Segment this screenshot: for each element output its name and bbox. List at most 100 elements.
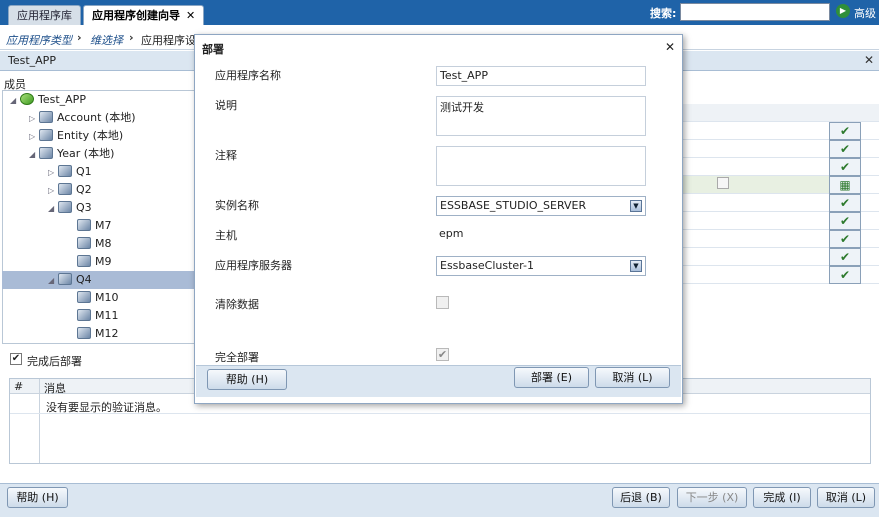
collapse-icon[interactable]: ◢ (48, 200, 58, 218)
complete-after-deploy-checkbox[interactable]: ✔ (10, 353, 22, 365)
app-name-field[interactable]: Test_APP (436, 66, 646, 86)
finish-button[interactable]: 完成 (I) (753, 487, 811, 508)
dialog-help-button[interactable]: 帮助 (H) (207, 369, 287, 390)
expand-icon[interactable]: ▷ (29, 110, 39, 128)
dialog-cancel-button[interactable]: 取消 (L) (595, 367, 670, 388)
tab-app-library[interactable]: 应用程序库 (8, 5, 81, 25)
tree-node[interactable]: ▷ Account (本地) (10, 109, 136, 127)
tab-app-wizard[interactable]: 应用程序创建向导 ✕ (83, 5, 205, 25)
wizard-footer (0, 483, 879, 517)
breadcrumb-app-type[interactable]: 应用程序类型 (6, 32, 72, 48)
tree-node[interactable]: M11 (10, 307, 136, 325)
tree-node[interactable]: M7 (10, 217, 136, 235)
search-input[interactable] (680, 3, 830, 21)
back-button[interactable]: 后退 (B) (612, 487, 670, 508)
deploy-button[interactable]: 部署 (E) (514, 367, 589, 388)
clear-data-label: 清除数据 (215, 298, 259, 311)
tree-node-label: Q4 (76, 273, 92, 286)
member-icon (58, 273, 72, 285)
dialog-close-icon[interactable]: ✕ (665, 40, 675, 54)
full-deploy-checkbox[interactable]: ✔ (436, 348, 449, 361)
tree-node[interactable]: M8 (10, 235, 136, 253)
tree-node[interactable]: ▷ Q2 (10, 181, 136, 199)
search-go-icon[interactable]: ▶ (836, 4, 850, 18)
check-icon[interactable]: ✔ (829, 248, 861, 266)
member-tree-items: ◢ Test_APP ▷ Account (本地) ▷ Entity (本地) ◢ Year … (10, 91, 136, 343)
chevron-down-icon[interactable]: ▼ (630, 260, 642, 272)
expand-icon[interactable]: ▷ (48, 182, 58, 200)
search-label: 搜索: (650, 7, 677, 20)
column-header-message: 消息 (44, 382, 66, 395)
account-dimension-icon (39, 111, 53, 123)
member-icon (77, 327, 91, 339)
check-icon[interactable]: ✔ (829, 266, 861, 284)
description-field[interactable]: 测试开发 (436, 96, 646, 136)
comment-field[interactable] (436, 146, 646, 186)
tree-node[interactable]: ▷ Q1 (10, 163, 136, 181)
full-deploy-label: 完全部署 (215, 351, 259, 364)
tree-node[interactable]: ◢ Q3 (10, 199, 136, 217)
check-icon[interactable]: ✔ (829, 140, 861, 158)
expand-icon[interactable]: ▷ (48, 164, 58, 182)
tree-node[interactable]: M10 (10, 289, 136, 307)
help-button[interactable]: 帮助 (H) (7, 487, 68, 508)
tree-node-label: M10 (95, 291, 119, 304)
member-icon (77, 237, 91, 249)
next-button[interactable]: 下一步 (X) (677, 487, 747, 508)
app-server-value: EssbaseCluster-1 (440, 259, 534, 272)
breadcrumb-separator-icon: › (77, 31, 82, 44)
advanced-search-link[interactable]: 高级 (854, 5, 876, 21)
panel-title: Test_APP (8, 54, 56, 67)
collapse-icon[interactable]: ◢ (10, 92, 20, 110)
collapse-icon[interactable]: ◢ (29, 146, 39, 164)
check-icon[interactable]: ▦ (829, 176, 861, 194)
check-icon[interactable]: ✔ (829, 230, 861, 248)
tree-node[interactable]: ◢ Year (本地) (10, 145, 136, 163)
app-icon (20, 93, 34, 105)
app-server-label: 应用程序服务器 (215, 259, 292, 272)
panel-close-icon[interactable]: ✕ (864, 53, 874, 67)
tree-node-label: Test_APP (38, 93, 86, 106)
tree-node[interactable]: ▷ Entity (本地) (10, 127, 136, 145)
member-icon (58, 165, 72, 177)
instance-name-select[interactable]: ESSBASE_STUDIO_SERVER ▼ (436, 196, 646, 216)
tree-node[interactable]: ◢ Test_APP (10, 91, 136, 109)
tree-node-label: Q2 (76, 183, 92, 196)
tree-node-label: Year (本地) (57, 147, 115, 160)
clear-data-checkbox[interactable] (436, 296, 449, 309)
check-icon[interactable]: ✔ (829, 158, 861, 176)
check-icon[interactable]: ✔ (829, 194, 861, 212)
expand-icon[interactable]: ▷ (29, 128, 39, 146)
message-text: 没有要显示的验证消息。 (46, 401, 167, 414)
tree-node-label: Account (本地) (57, 111, 136, 124)
year-dimension-icon (39, 147, 53, 159)
description-label: 说明 (215, 99, 237, 112)
app-server-select[interactable]: EssbaseCluster-1 ▼ (436, 256, 646, 276)
tree-node-label: M7 (95, 219, 112, 232)
breadcrumb-app-settings: 应用程序设 (141, 34, 196, 47)
tree-node-label: M12 (95, 327, 119, 340)
host-value: epm (439, 227, 464, 240)
check-icon[interactable]: ✔ (829, 122, 861, 140)
check-icon[interactable]: ✔ (829, 212, 861, 230)
grid-header (682, 104, 879, 122)
member-icon (77, 219, 91, 231)
entity-dimension-icon (39, 129, 53, 141)
host-label: 主机 (215, 229, 237, 242)
tree-node[interactable]: M12 (10, 325, 136, 343)
member-icon (77, 309, 91, 321)
cancel-button[interactable]: 取消 (L) (817, 487, 875, 508)
tree-node-label: M11 (95, 309, 119, 322)
breadcrumb-separator-icon: › (129, 31, 134, 44)
chevron-down-icon[interactable]: ▼ (630, 200, 642, 212)
close-tab-icon[interactable]: ✕ (186, 9, 195, 22)
tab-label: 应用程序创建向导 (92, 9, 180, 22)
tree-node[interactable]: ◢ Q4 (10, 271, 136, 289)
collapse-icon[interactable]: ◢ (48, 272, 58, 290)
breadcrumb-dimension-selection[interactable]: 维选择 (90, 32, 123, 48)
instance-name-label: 实例名称 (215, 199, 259, 212)
comment-label: 注释 (215, 149, 237, 162)
member-icon (58, 201, 72, 213)
member-icon (77, 291, 91, 303)
tree-node[interactable]: M9 (10, 253, 136, 271)
